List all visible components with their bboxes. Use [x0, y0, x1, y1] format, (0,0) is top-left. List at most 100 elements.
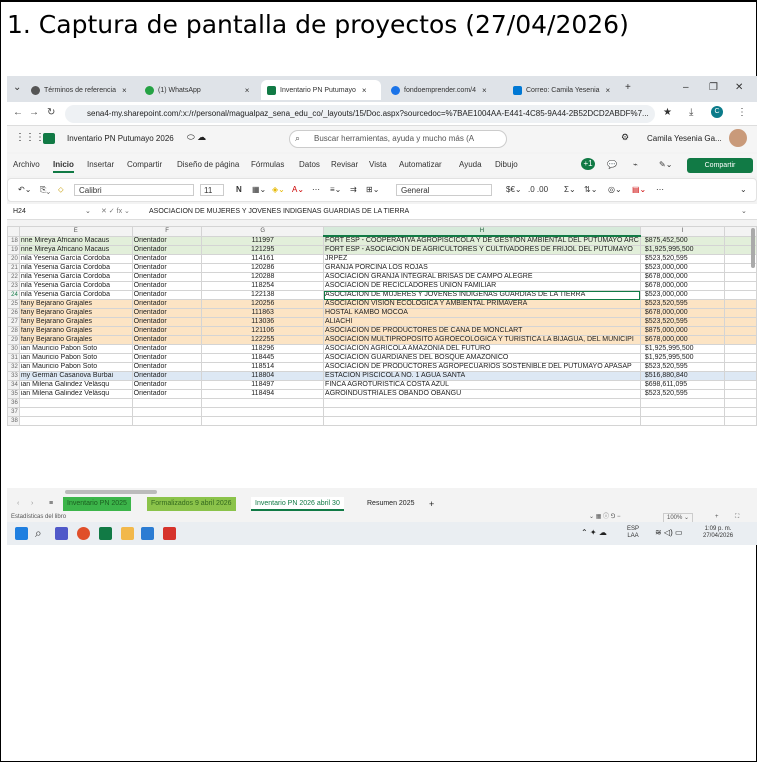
cell-empty[interactable] — [723, 344, 757, 354]
cell-role[interactable]: Orientador — [131, 335, 203, 345]
cell-name[interactable] — [18, 407, 133, 417]
scrollbar-thumb[interactable] — [65, 490, 157, 494]
menu-inicio[interactable]: Inicio — [53, 160, 74, 173]
cell-project[interactable] — [323, 398, 641, 408]
font-color-icon[interactable]: A⌄ — [292, 185, 304, 194]
align-icon[interactable]: ≡⌄ — [330, 185, 341, 194]
cell-name[interactable]: ian Milena Galindez Velásqu — [18, 389, 133, 399]
close-icon[interactable]: × — [122, 86, 127, 95]
menu-ayuda[interactable]: Ayuda — [459, 160, 482, 169]
row-number[interactable]: 34 — [7, 380, 20, 390]
cell-role[interactable]: Orientador — [131, 389, 203, 399]
cell-amount[interactable]: $698,611,095 — [639, 380, 725, 390]
cell-name[interactable]: nne Mireya Africano Macaus — [18, 235, 133, 246]
cell-project[interactable]: ASOCIACION GRANJA INTEGRAL BRISAS DE CAM… — [323, 272, 641, 282]
column-header-g[interactable]: G — [201, 226, 325, 237]
cell-project[interactable]: FORT ESP - ASOCIACIÓN DE AGRICULTORES Y … — [323, 245, 641, 255]
browser-tab-terminos[interactable]: Términos de referencia × — [25, 80, 135, 100]
fill-color-icon[interactable]: ◈⌄ — [272, 185, 285, 194]
column-header-h[interactable]: H — [323, 226, 641, 237]
menu-automatizar[interactable]: Automatizar — [399, 160, 442, 169]
menu-insertar[interactable]: Insertar — [87, 160, 114, 169]
browser-tab-whatsapp[interactable]: (1) WhatsApp × — [139, 80, 257, 100]
cell-name[interactable]: nila Yesenia García Cordoba — [18, 290, 133, 300]
settings-gear-icon[interactable]: ⚙ — [621, 132, 629, 143]
cell-empty[interactable] — [723, 362, 757, 372]
close-icon[interactable]: × — [245, 86, 250, 95]
expand-formula-icon[interactable]: ⌄ — [741, 204, 747, 220]
menu-formulas[interactable]: Fórmulas — [251, 160, 284, 169]
sheet-tab-resumen-2025[interactable]: Resumen 2025 — [363, 497, 418, 511]
search-input[interactable]: Buscar herramientas, ayuda y mucho más (… — [289, 130, 507, 148]
cell-amount[interactable]: $523,000,000 — [639, 290, 725, 300]
row-number[interactable]: 26 — [7, 308, 20, 318]
cell-id[interactable]: 111863 — [201, 308, 325, 318]
sheet-tab-inventario-2026[interactable]: Inventario PN 2026 abril 30 — [251, 497, 344, 511]
tab-menu-icon[interactable]: ⌄ — [13, 82, 21, 93]
cell-role[interactable]: Orientador — [131, 344, 203, 354]
menu-diseno[interactable]: Diseño de página — [177, 160, 239, 169]
decimal-icon[interactable]: .0 .00 — [528, 185, 548, 194]
cell-empty[interactable] — [723, 290, 757, 300]
row-number[interactable]: 29 — [7, 335, 20, 345]
cell-name[interactable]: nila Yesenia García Cordoba — [18, 254, 133, 264]
cell-name[interactable]: fany Bejarano Grajales — [18, 335, 133, 345]
cell-name[interactable] — [18, 416, 133, 426]
app-launcher-icon[interactable]: ⋮⋮⋮ — [15, 132, 45, 143]
sort-filter-icon[interactable]: ⇅⌄ — [584, 185, 597, 194]
cell-amount[interactable]: $523,000,000 — [639, 263, 725, 273]
network-volume-battery-icon[interactable]: ≋ ◁) ▭ — [655, 528, 683, 537]
prev-sheet-icon[interactable]: ‹ — [13, 497, 23, 511]
merge-icon[interactable]: ⊞⌄ — [366, 185, 379, 194]
conditional-format-icon[interactable]: ▤⌄ — [632, 185, 646, 194]
cell-role[interactable] — [131, 398, 203, 408]
cell-name[interactable]: fany Bejarano Grajales — [18, 299, 133, 309]
cell-project[interactable]: ASOCIACION GUARDIANES DEL BOSQUE AMAZONI… — [323, 353, 641, 363]
row-number[interactable]: 30 — [7, 344, 20, 354]
menu-dibujo[interactable]: Dibujo — [495, 160, 518, 169]
user-name[interactable]: Camila Yesenia Ga... — [647, 134, 722, 143]
paste-icon[interactable]: ⎘⌄ — [40, 185, 50, 195]
zoom-in-icon[interactable]: + — [715, 512, 719, 522]
bold-icon[interactable]: N — [236, 185, 242, 194]
cell-empty[interactable] — [723, 308, 757, 318]
close-icon[interactable]: × — [606, 86, 611, 95]
font-size-select[interactable]: 11 — [200, 184, 224, 196]
cell-amount[interactable]: $678,000,000 — [639, 308, 725, 318]
forward-icon[interactable]: → — [29, 107, 39, 118]
more-tools-icon[interactable]: ⋯ — [656, 185, 664, 194]
cell-id[interactable]: 122138 — [201, 290, 325, 300]
row-number[interactable]: 20 — [7, 254, 20, 264]
cell-id[interactable]: 111997 — [201, 235, 325, 246]
url-input[interactable]: sena4-my.sharepoint.com/:x:/r/personal/m… — [65, 105, 655, 123]
back-icon[interactable]: ← — [13, 107, 23, 118]
cell-empty[interactable] — [723, 416, 757, 426]
sheet-tab-inventario-2025[interactable]: Inventario PN 2025 — [63, 497, 131, 511]
cell-amount[interactable]: $523,520,595 — [639, 362, 725, 372]
cell-id[interactable] — [201, 398, 325, 408]
cell-project[interactable]: AGROINDUSTRIALES OBANDO OBANGU — [323, 389, 641, 399]
editing-pen-icon[interactable]: ✎⌄ — [659, 160, 672, 169]
row-number[interactable]: 38 — [7, 416, 20, 426]
autosum-icon[interactable]: Σ⌄ — [564, 185, 576, 194]
horizontal-scrollbar[interactable] — [7, 488, 757, 496]
number-format-select[interactable]: General — [396, 184, 492, 196]
column-header-f[interactable]: F — [131, 226, 203, 237]
cell-project[interactable]: ASOCIACION AGRICOLA AMAZONIA DEL FUTURO — [323, 344, 641, 354]
row-number[interactable]: 22 — [7, 272, 20, 282]
currency-icon[interactable]: $€⌄ — [506, 185, 522, 194]
row-number[interactable]: 27 — [7, 317, 20, 327]
avatar[interactable] — [729, 129, 747, 147]
windows-start-icon[interactable] — [15, 527, 28, 540]
cell-amount[interactable]: $1,925,995,500 — [639, 245, 725, 255]
row-number[interactable]: 31 — [7, 353, 20, 363]
cell-name[interactable]: ian Milena Galindez Velásqu — [18, 380, 133, 390]
menu-datos[interactable]: Datos — [299, 160, 320, 169]
cell-name[interactable]: my Germán Casanova Burbai — [18, 371, 133, 381]
cell-role[interactable]: Orientador — [131, 299, 203, 309]
cell-id[interactable]: 113036 — [201, 317, 325, 327]
cell-empty[interactable] — [723, 398, 757, 408]
cell-amount[interactable]: $523,520,595 — [639, 389, 725, 399]
cell-amount[interactable]: $516,880,840 — [639, 371, 725, 381]
font-family-select[interactable]: Calibri — [74, 184, 194, 196]
